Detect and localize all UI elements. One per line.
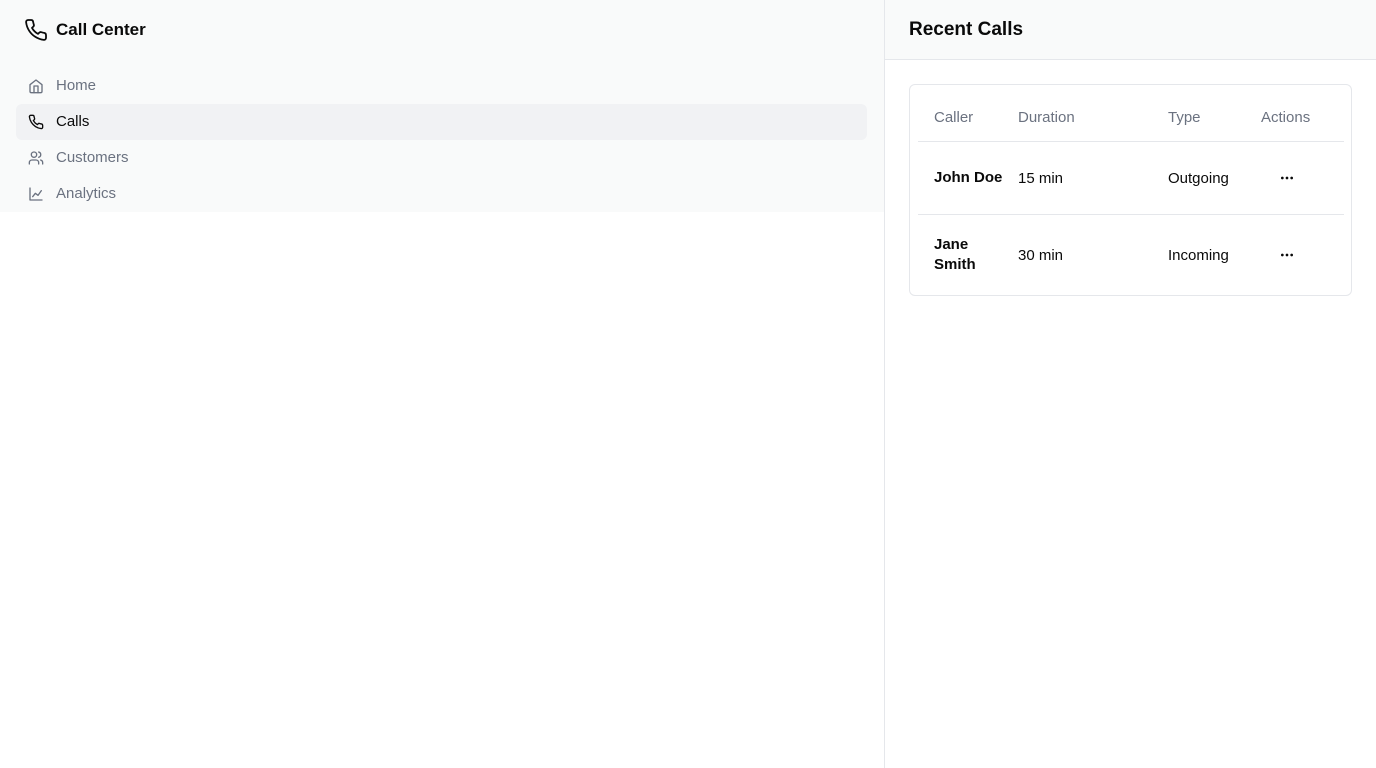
table-row: Jane Smith 30 min Incoming	[918, 215, 1344, 295]
left-pane: Call Center Home Calls Customers Analyti…	[0, 0, 884, 768]
phone-icon	[28, 114, 44, 130]
cell-duration: 30 min	[1018, 246, 1064, 264]
line-chart-icon	[28, 186, 44, 202]
more-horizontal-icon	[1281, 176, 1293, 180]
table-header: Caller Duration Type Actions	[918, 93, 1344, 142]
table-row: John Doe 15 min Outgoing	[918, 142, 1344, 215]
cell-type: Outgoing	[1168, 169, 1229, 187]
row-actions-button[interactable]	[1272, 166, 1302, 190]
sidebar-item-customers[interactable]: Customers	[16, 140, 867, 176]
sidebar-item-label: Calls	[56, 113, 90, 130]
cell-actions	[1261, 166, 1344, 190]
row-actions-button[interactable]	[1272, 243, 1302, 267]
sidebar-item-analytics[interactable]: Analytics	[16, 176, 867, 212]
sidebar-item-label: Analytics	[56, 185, 117, 202]
cell-caller: Jane Smith	[934, 236, 976, 273]
column-header-duration: Duration	[1018, 108, 1075, 126]
cell-actions	[1261, 243, 1344, 267]
sidebar: Call Center Home Calls Customers Analyti…	[0, 0, 884, 212]
cell-caller: John Doe	[934, 169, 1003, 186]
cell-type: Incoming	[1168, 246, 1229, 264]
phone-icon	[24, 18, 48, 42]
more-horizontal-icon	[1281, 253, 1293, 257]
calls-table-card: Caller Duration Type Actions John Doe 15…	[909, 84, 1352, 296]
cell-duration: 15 min	[1018, 169, 1064, 187]
column-header-type: Type	[1168, 108, 1201, 126]
app-window: Call Center Home Calls Customers Analyti…	[0, 0, 1376, 768]
sidebar-item-label: Home	[56, 77, 97, 94]
column-header-caller: Caller	[934, 108, 974, 126]
column-header-actions: Actions	[1261, 108, 1311, 126]
brand: Call Center	[24, 18, 146, 42]
home-icon	[28, 78, 44, 94]
calls-table: Caller Duration Type Actions John Doe 15…	[918, 93, 1344, 295]
sidebar-item-calls[interactable]: Calls	[16, 104, 867, 140]
recent-calls-panel: Recent Calls Caller Duration Type Action…	[884, 0, 1376, 768]
panel-title: Recent Calls	[909, 18, 1024, 40]
users-icon	[28, 150, 44, 166]
panel-header: Recent Calls	[885, 0, 1376, 60]
app-title: Call Center	[56, 20, 146, 39]
sidebar-item-label: Customers	[56, 149, 129, 166]
sidebar-nav: Home Calls Customers Analytics	[16, 68, 867, 212]
sidebar-item-home[interactable]: Home	[16, 68, 867, 104]
